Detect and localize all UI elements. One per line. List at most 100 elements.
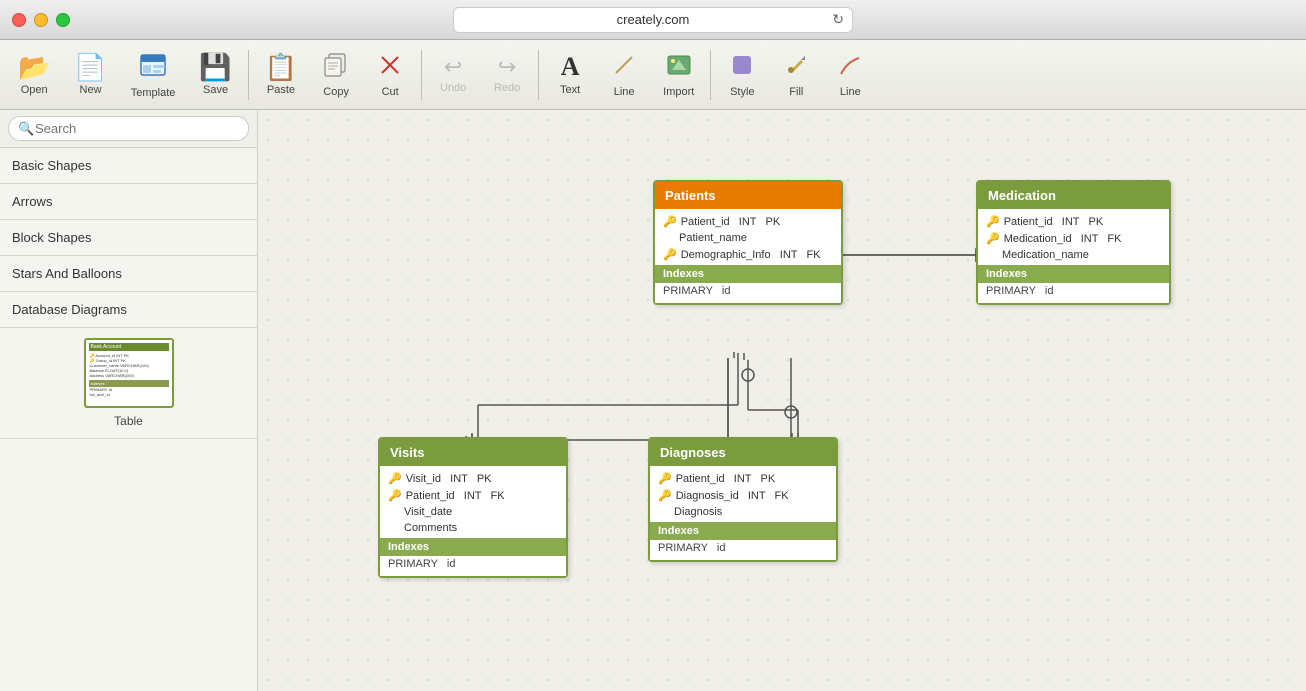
- visits-table-header: Visits: [380, 439, 566, 466]
- template-icon: [139, 51, 167, 83]
- table-row: 🔑 Diagnosis_id INT FK: [658, 487, 828, 504]
- search-input[interactable]: [8, 116, 249, 141]
- index-row: PRIMARY id: [663, 283, 833, 299]
- table-row: Diagnosis: [658, 504, 828, 520]
- sidebar-item-basic-shapes[interactable]: Basic Shapes: [0, 148, 257, 184]
- sidebar-item-label: Database Diagrams: [12, 302, 127, 317]
- save-button[interactable]: 💾 Save: [189, 48, 241, 102]
- minimize-button[interactable]: [34, 13, 48, 27]
- maximize-button[interactable]: [56, 13, 70, 27]
- toolbar: 📂 Open 📄 New Template 💾 Save 📋 Paste Cop…: [0, 40, 1306, 110]
- text-icon: A: [561, 54, 580, 80]
- text-button[interactable]: A Text: [545, 48, 595, 102]
- separator-2: [421, 50, 422, 100]
- visits-table[interactable]: Visits 🔑 Visit_id INT PK 🔑 Patient_id IN…: [378, 437, 568, 578]
- sidebar-item-label: Block Shapes: [12, 230, 92, 245]
- line2-button[interactable]: Line: [825, 46, 875, 104]
- open-label: Open: [21, 84, 48, 96]
- fk-icon: 🔑: [986, 232, 1000, 245]
- fill-icon: [783, 52, 809, 82]
- sidebar-item-stars-balloons[interactable]: Stars And Balloons: [0, 256, 257, 292]
- table-row: 🔑 Patient_id INT PK: [658, 470, 828, 487]
- new-label: New: [80, 84, 102, 96]
- patients-table-header: Patients: [655, 182, 841, 209]
- sidebar-thumbnail[interactable]: Bank Account 🔑 Account_id INT PK 🔑 Group…: [0, 328, 257, 439]
- fk-icon: 🔑: [388, 489, 402, 502]
- cut-button[interactable]: Cut: [365, 46, 415, 104]
- fill-label: Fill: [789, 86, 803, 98]
- copy-label: Copy: [323, 86, 349, 98]
- close-button[interactable]: [12, 13, 26, 27]
- table-row: Medication_name: [986, 247, 1161, 263]
- paste-button[interactable]: 📋 Paste: [255, 48, 307, 102]
- open-button[interactable]: 📂 Open: [8, 48, 60, 102]
- redo-icon: ↪: [498, 56, 516, 78]
- thumbnail-preview: Bank Account 🔑 Account_id INT PK 🔑 Group…: [84, 338, 174, 408]
- medication-table[interactable]: Medication 🔑 Patient_id INT PK 🔑 Medicat…: [976, 180, 1171, 305]
- fill-button[interactable]: Fill: [771, 46, 821, 104]
- diagnoses-table-header: Diagnoses: [650, 439, 836, 466]
- url-text: creately.com: [617, 12, 690, 27]
- undo-icon: ↩: [444, 56, 462, 78]
- import-button[interactable]: Import: [653, 46, 704, 104]
- table-row: 🔑 Visit_id INT PK: [388, 470, 558, 487]
- traffic-lights: [12, 13, 70, 27]
- copy-button[interactable]: Copy: [311, 46, 361, 104]
- sidebar-item-database-diagrams[interactable]: Database Diagrams: [0, 292, 257, 328]
- save-icon: 💾: [199, 54, 231, 80]
- index-header: Indexes: [380, 538, 566, 556]
- new-button[interactable]: 📄 New: [64, 48, 116, 102]
- redo-button[interactable]: ↪ Redo: [482, 50, 532, 100]
- sidebar-item-block-shapes[interactable]: Block Shapes: [0, 220, 257, 256]
- line2-icon: [837, 52, 863, 82]
- style-label: Style: [730, 86, 754, 98]
- style-button[interactable]: Style: [717, 46, 767, 104]
- redo-label: Redo: [494, 82, 520, 94]
- sidebar-item-label: Basic Shapes: [12, 158, 92, 173]
- paste-label: Paste: [267, 84, 295, 96]
- key-icon: 🔑: [663, 215, 677, 228]
- canvas[interactable]: Patients 🔑 Patient_id INT PK Patient_nam…: [258, 110, 1306, 691]
- template-button[interactable]: Template: [121, 45, 186, 105]
- search-box: 🔍: [0, 110, 257, 148]
- paste-icon: 📋: [265, 54, 297, 80]
- import-label: Import: [663, 86, 694, 98]
- sidebar-item-arrows[interactable]: Arrows: [0, 184, 257, 220]
- key-icon: 🔑: [388, 472, 402, 485]
- line-label: Line: [614, 86, 635, 98]
- titlebar: creately.com ↻: [0, 0, 1306, 40]
- sidebar: 🔍 Basic Shapes Arrows Block Shapes Stars…: [0, 110, 258, 691]
- template-label: Template: [131, 87, 176, 99]
- index-header: Indexes: [650, 522, 836, 540]
- index-header: Indexes: [978, 265, 1169, 283]
- table-row: Patient_name: [663, 230, 833, 246]
- text-label: Text: [560, 84, 580, 96]
- undo-label: Undo: [440, 82, 466, 94]
- table-row: Comments: [388, 520, 558, 536]
- separator-3: [538, 50, 539, 100]
- patients-table[interactable]: Patients 🔑 Patient_id INT PK Patient_nam…: [653, 180, 843, 305]
- table-row: 🔑 Patient_id INT FK: [388, 487, 558, 504]
- url-bar[interactable]: creately.com ↻: [453, 7, 853, 33]
- cut-icon: [377, 52, 403, 82]
- undo-button[interactable]: ↩ Undo: [428, 50, 478, 100]
- line-button[interactable]: Line: [599, 46, 649, 104]
- medication-table-header: Medication: [978, 182, 1169, 209]
- fk-icon: 🔑: [658, 489, 672, 502]
- refresh-icon[interactable]: ↻: [832, 11, 844, 28]
- table-row: 🔑 Patient_id INT PK: [986, 213, 1161, 230]
- style-icon: [729, 52, 755, 82]
- index-row: PRIMARY id: [986, 283, 1161, 299]
- thumbnail-label: Table: [114, 414, 143, 428]
- index-row: PRIMARY id: [388, 556, 558, 572]
- open-icon: 📂: [18, 54, 50, 80]
- import-icon: [666, 52, 692, 82]
- diagnoses-table[interactable]: Diagnoses 🔑 Patient_id INT PK 🔑 Diagnosi…: [648, 437, 838, 562]
- separator-4: [710, 50, 711, 100]
- table-row: 🔑 Patient_id INT PK: [663, 213, 833, 230]
- cut-label: Cut: [382, 86, 399, 98]
- key-icon: 🔑: [986, 215, 1000, 228]
- table-row: Visit_date: [388, 504, 558, 520]
- copy-icon: [323, 52, 349, 82]
- key-icon: 🔑: [658, 472, 672, 485]
